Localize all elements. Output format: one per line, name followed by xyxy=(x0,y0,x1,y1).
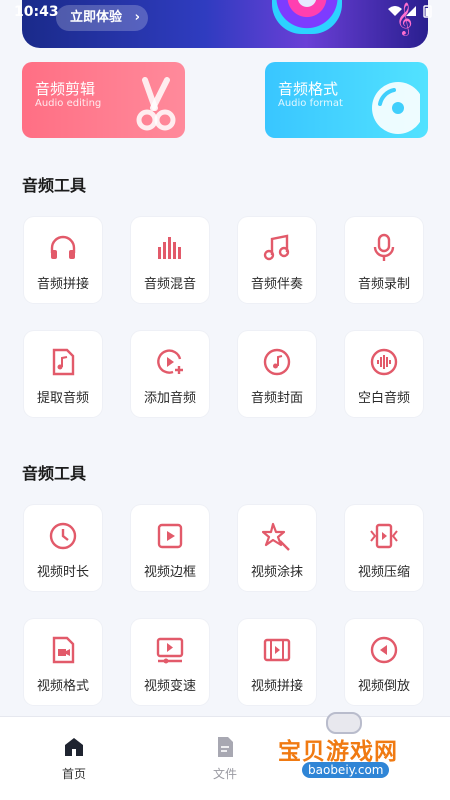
video-speed-icon xyxy=(156,637,184,664)
site-watermark: 宝贝游戏网 baobeiy.com xyxy=(274,710,424,788)
tool-video-speed[interactable]: 视频变速 xyxy=(131,619,209,705)
watermark-url: baobeiy.com xyxy=(302,762,390,778)
gamepad-icon xyxy=(326,712,362,734)
tool-label: 提取音频 xyxy=(36,391,89,406)
tool-add-audio[interactable]: 添加音频 xyxy=(131,331,209,417)
tool-label: 音频混音 xyxy=(143,277,196,292)
nav-file-label: 文件 xyxy=(212,767,237,781)
video-file-icon xyxy=(52,636,75,664)
section-title-video-tools: 音频工具 xyxy=(22,464,87,483)
watermark-main-text: 宝贝游戏网 xyxy=(278,739,398,765)
audio-edit-title: 音频剪辑 xyxy=(35,80,96,98)
tool-label: 视频拼接 xyxy=(250,679,303,694)
tool-video-duration[interactable]: 视频时长 xyxy=(24,505,102,591)
tool-label: 添加音频 xyxy=(143,391,196,406)
tool-video-reverse[interactable]: 视频倒放 xyxy=(345,619,423,705)
tool-audio-accompaniment[interactable]: 音频伴奏 xyxy=(238,217,316,303)
music-file-icon xyxy=(52,348,75,376)
audio-edit-card[interactable]: 音频剪辑 Audio editing xyxy=(22,62,185,138)
music-note-icon xyxy=(263,234,290,261)
home-icon xyxy=(65,738,83,756)
scissors-icon xyxy=(136,77,176,131)
tool-audio-cover[interactable]: 音频封面 xyxy=(238,331,316,417)
sound-wave-icon xyxy=(370,348,398,376)
tool-label: 视频格式 xyxy=(36,679,89,694)
equalizer-icon xyxy=(158,237,181,259)
compress-icon xyxy=(370,523,398,549)
add-audio-icon xyxy=(157,349,183,374)
status-time: 10:43 xyxy=(14,4,59,20)
file-icon xyxy=(218,737,233,757)
section-title-audio-tools: 音频工具 xyxy=(22,176,87,195)
tool-audio-join[interactable]: 音频拼接 xyxy=(24,217,102,303)
tool-label: 音频封面 xyxy=(250,391,303,406)
tool-video-compress[interactable]: 视频压缩 xyxy=(345,505,423,591)
status-bar: 10:43 xyxy=(0,0,450,26)
tool-label: 音频拼接 xyxy=(36,277,89,292)
tool-audio-mix[interactable]: 音频混音 xyxy=(131,217,209,303)
tool-label: 音频伴奏 xyxy=(250,277,303,292)
headphones-icon xyxy=(50,235,76,259)
tool-label: 视频涂抹 xyxy=(250,565,303,580)
audio-edit-subtitle: Audio editing xyxy=(35,98,102,109)
disc-icon xyxy=(372,82,420,134)
tool-label: 音频录制 xyxy=(357,277,410,292)
tool-label: 视频倒放 xyxy=(357,679,410,694)
play-frame-icon xyxy=(157,523,183,549)
tool-video-border[interactable]: 视频边框 xyxy=(131,505,209,591)
tool-blank-audio[interactable]: 空白音频 xyxy=(345,331,423,417)
audio-format-card[interactable]: 音频格式 Audio format xyxy=(265,62,428,138)
clock-icon xyxy=(49,522,77,550)
tool-extract-audio[interactable]: 提取音频 xyxy=(24,331,102,417)
tool-label: 视频时长 xyxy=(36,565,89,580)
tool-label: 视频压缩 xyxy=(357,565,410,580)
music-disc-icon xyxy=(263,348,291,376)
tool-label: 视频变速 xyxy=(143,679,196,694)
rewind-icon xyxy=(370,636,398,664)
film-strip-icon xyxy=(263,638,291,662)
tool-label: 空白音频 xyxy=(357,391,410,406)
nav-file[interactable]: 文件 xyxy=(195,735,255,782)
audio-format-subtitle: Audio format xyxy=(278,98,343,109)
microphone-icon xyxy=(373,233,395,261)
tool-video-join[interactable]: 视频拼接 xyxy=(238,619,316,705)
magic-star-icon xyxy=(262,522,290,551)
nav-home[interactable]: 首页 xyxy=(44,735,104,782)
status-icons xyxy=(386,4,438,21)
tool-label: 视频边框 xyxy=(143,565,196,580)
tool-audio-record[interactable]: 音频录制 xyxy=(345,217,423,303)
tool-video-smear[interactable]: 视频涂抹 xyxy=(238,505,316,591)
nav-home-label: 首页 xyxy=(61,767,86,781)
tool-video-format[interactable]: 视频格式 xyxy=(24,619,102,705)
audio-format-title: 音频格式 xyxy=(278,80,339,98)
